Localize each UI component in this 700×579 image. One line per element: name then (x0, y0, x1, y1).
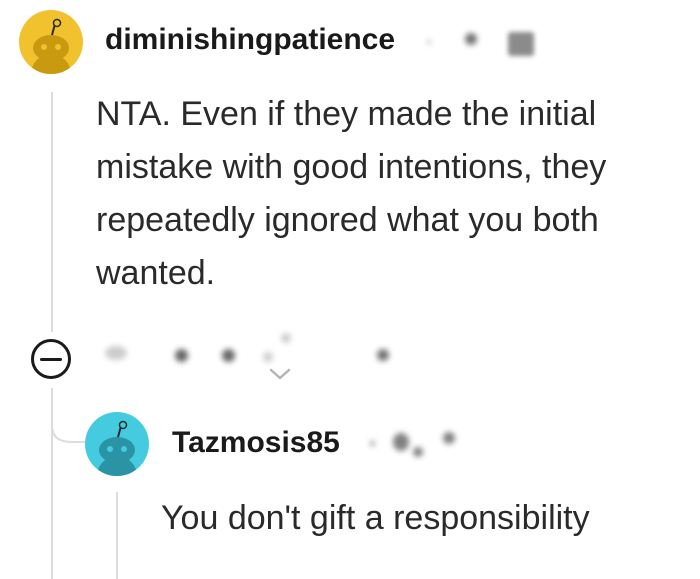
blurred-action (377, 349, 389, 361)
blurred-action (263, 352, 273, 362)
blurred-metadata (465, 33, 477, 45)
blurred-metadata (427, 40, 431, 44)
blurred-metadata (393, 433, 409, 451)
thread-line-level-1 (51, 92, 53, 332)
blurred-metadata (370, 441, 375, 446)
avatar[interactable] (85, 412, 149, 476)
comment-1-username[interactable]: diminishingpatience (105, 23, 395, 57)
blurred-metadata (413, 447, 423, 457)
comment-2-username[interactable]: Tazmosis85 (172, 426, 340, 460)
blurred-action (222, 349, 235, 362)
blurred-metadata (443, 432, 455, 444)
comment-2-body: You don't gift a responsibility (161, 499, 590, 537)
collapse-minus-icon[interactable] (31, 339, 71, 379)
blurred-action (105, 346, 127, 360)
blurred-action (281, 333, 291, 343)
snoo-avatar-icon (31, 18, 71, 74)
thread-line-level-2 (116, 492, 118, 579)
thread-branch-connector (51, 400, 88, 443)
blurred-action (175, 349, 188, 362)
comment-1-body: NTA. Even if they made the initial mista… (96, 95, 607, 292)
avatar[interactable] (19, 10, 83, 74)
blurred-metadata (508, 32, 534, 56)
snoo-avatar-icon (97, 420, 137, 476)
chevron-down-icon[interactable] (267, 366, 293, 382)
